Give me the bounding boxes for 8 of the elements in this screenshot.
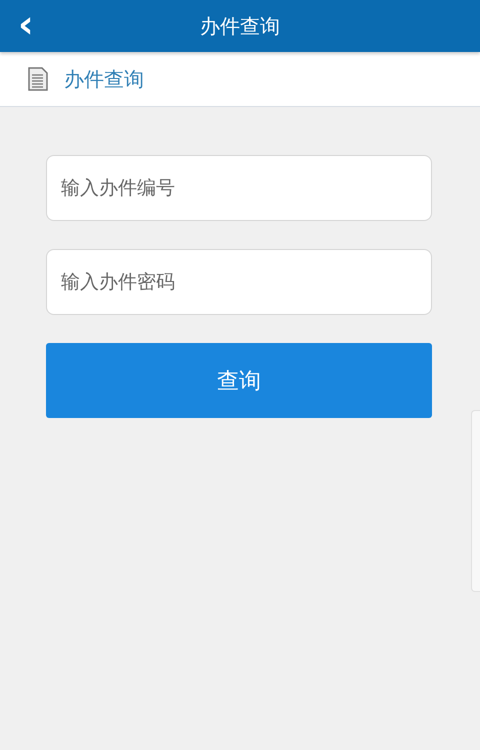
input-field[interactable]: 输入办件密码: [46, 249, 432, 315]
query-button[interactable]: 查询: [46, 343, 432, 418]
back-button[interactable]: ‹: [14, 6, 38, 42]
page-title: 办件查询: [200, 12, 280, 40]
section-title: 办件查询: [64, 66, 144, 92]
side-tab[interactable]: [471, 410, 480, 592]
input-field[interactable]: 输入办件编号: [46, 155, 432, 221]
document-icon: [28, 67, 48, 91]
